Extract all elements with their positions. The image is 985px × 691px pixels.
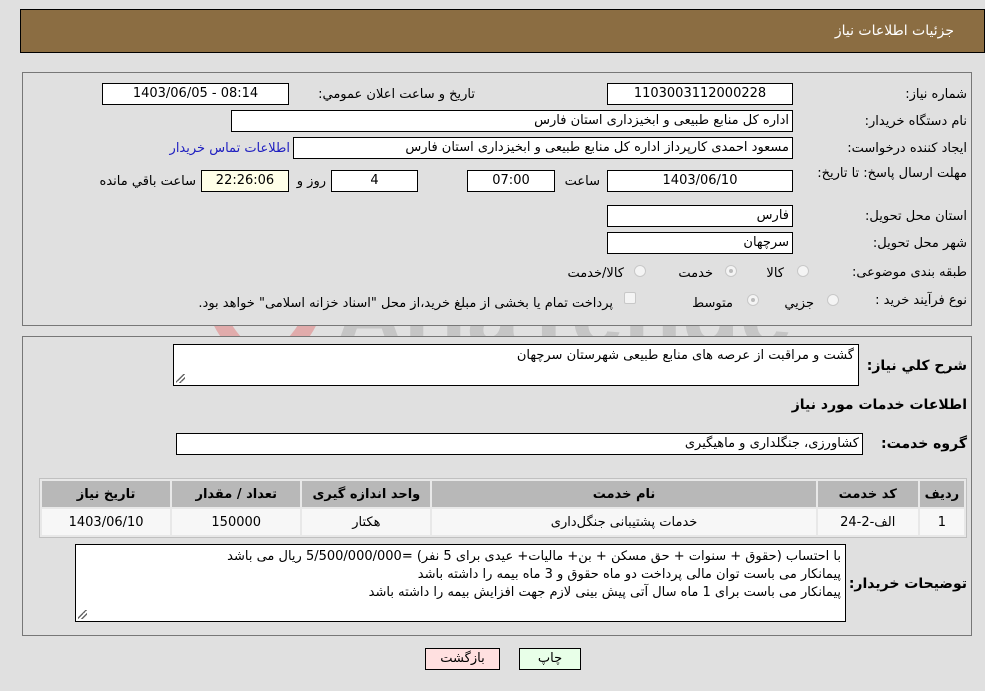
deadline-time-field: 07:00 [467, 170, 555, 192]
resize-grip-icon[interactable] [176, 374, 185, 383]
category-radio-service[interactable] [725, 265, 737, 277]
cell-service-name: خدمات پشتیبانی جنگل‌داری [432, 509, 816, 535]
buyer-note-line: پیمانکار می باست برای 1 ماه سال آتی پیش … [368, 585, 841, 600]
buyer-org-label: نام دستگاه خریدار: [864, 114, 967, 129]
remaining-time-label: ساعت باقي مانده [99, 174, 196, 189]
need-number-label: شماره نیاز: [905, 87, 967, 102]
buyer-note-line: پیمانکار می باست توان مالی پرداخت دو ماه… [417, 567, 841, 582]
province-field: فارس [607, 205, 793, 227]
buyer-org-field: اداره کل منابع طبیعی و ابخیزداری استان ف… [231, 110, 793, 132]
services-heading: اطلاعات خدمات مورد نیاز [791, 397, 967, 413]
buyer-contact-link[interactable]: اطلاعات تماس خریدار [170, 141, 290, 156]
page-title: جزئیات اطلاعات نیاز [834, 23, 954, 39]
treasury-checkbox[interactable] [624, 292, 636, 304]
process-radio-medium[interactable] [747, 294, 759, 306]
process-radio-minor[interactable] [827, 294, 839, 306]
description-textarea[interactable]: گشت و مراقبت از عرصه های منابع طبیعی شهر… [173, 344, 859, 386]
city-field: سرچهان [607, 232, 793, 254]
days-remaining-field: 4 [331, 170, 418, 192]
category-option-goods-service: کالا/خدمت [567, 266, 624, 281]
cell-quantity: 150000 [172, 509, 301, 535]
col-header-row-number: ردیف [919, 481, 964, 507]
category-label: طبقه بندی موضوعی: [851, 265, 967, 280]
service-group-label: گروه خدمت: [881, 436, 967, 452]
city-label: شهر محل تحویل: [872, 236, 967, 251]
description-label: شرح کلي نياز: [866, 358, 967, 374]
creator-field: مسعود احمدی کارپرداز اداره کل منابع طبیع… [293, 137, 793, 159]
process-option-minor: جزيي [784, 296, 814, 311]
category-option-goods: کالا [766, 266, 784, 281]
buyer-notes-textarea[interactable]: با احتساب (حقوق + سنوات + حق مسکن + بن+ … [75, 544, 846, 622]
table-row: 1 الف-2-24 خدمات پشتیبانی جنگل‌داری هکتا… [42, 509, 964, 535]
cell-row-number: 1 [919, 509, 964, 535]
buyer-note-line: با احتساب (حقوق + سنوات + حق مسکن + بن+ … [227, 549, 841, 564]
col-header-need-date: تاریخ نیاز [42, 481, 171, 507]
page-header: جزئیات اطلاعات نیاز [20, 9, 985, 53]
remaining-time-field: 22:26:06 [201, 170, 289, 192]
cell-need-date: 1403/06/10 [42, 509, 171, 535]
category-radio-goods[interactable] [797, 265, 809, 277]
treasury-note: پرداخت تمام یا بخشی از مبلغ خرید،از محل … [198, 296, 613, 311]
back-button[interactable]: بازگشت [425, 648, 500, 670]
days-label: روز و [296, 174, 326, 189]
deadline-time-label: ساعت [564, 174, 600, 189]
col-header-service-name: نام خدمت [432, 481, 816, 507]
category-option-service: خدمت [678, 266, 713, 281]
cell-unit: هکتار [302, 509, 431, 535]
process-type-label: نوع فرآیند خرید : [875, 293, 967, 308]
description-text: گشت و مراقبت از عرصه های منابع طبیعی شهر… [516, 348, 854, 363]
col-header-service-code: کد خدمت [817, 481, 918, 507]
buyer-notes-label: توضیحات خریدار: [848, 576, 967, 592]
cell-service-code: الف-2-24 [817, 509, 918, 535]
creator-label: ایجاد کننده درخواست: [847, 141, 967, 156]
services-table: ردیف کد خدمت نام خدمت واحد اندازه گیری ت… [39, 478, 967, 538]
col-header-quantity: تعداد / مقدار [172, 481, 301, 507]
process-option-medium: متوسط [692, 296, 733, 311]
need-number-field: 1103003112000228 [607, 83, 793, 105]
province-label: استان محل تحویل: [865, 209, 967, 224]
col-header-unit: واحد اندازه گیری [302, 481, 431, 507]
service-group-field: کشاورزی، جنگلداری و ماهیگیری [176, 433, 863, 455]
announce-date-label: تاریخ و ساعت اعلان عمومي: [318, 87, 475, 102]
deadline-label: مهلت ارسال پاسخ: تا تاریخ: [817, 166, 967, 181]
table-header-row: ردیف کد خدمت نام خدمت واحد اندازه گیری ت… [42, 481, 964, 507]
resize-grip-icon[interactable] [78, 610, 87, 619]
print-button[interactable]: چاپ [519, 648, 581, 670]
deadline-date-field: 1403/06/10 [607, 170, 793, 192]
category-radio-goods-service[interactable] [634, 265, 646, 277]
announce-date-field: 1403/06/05 - 08:14 [102, 83, 289, 105]
